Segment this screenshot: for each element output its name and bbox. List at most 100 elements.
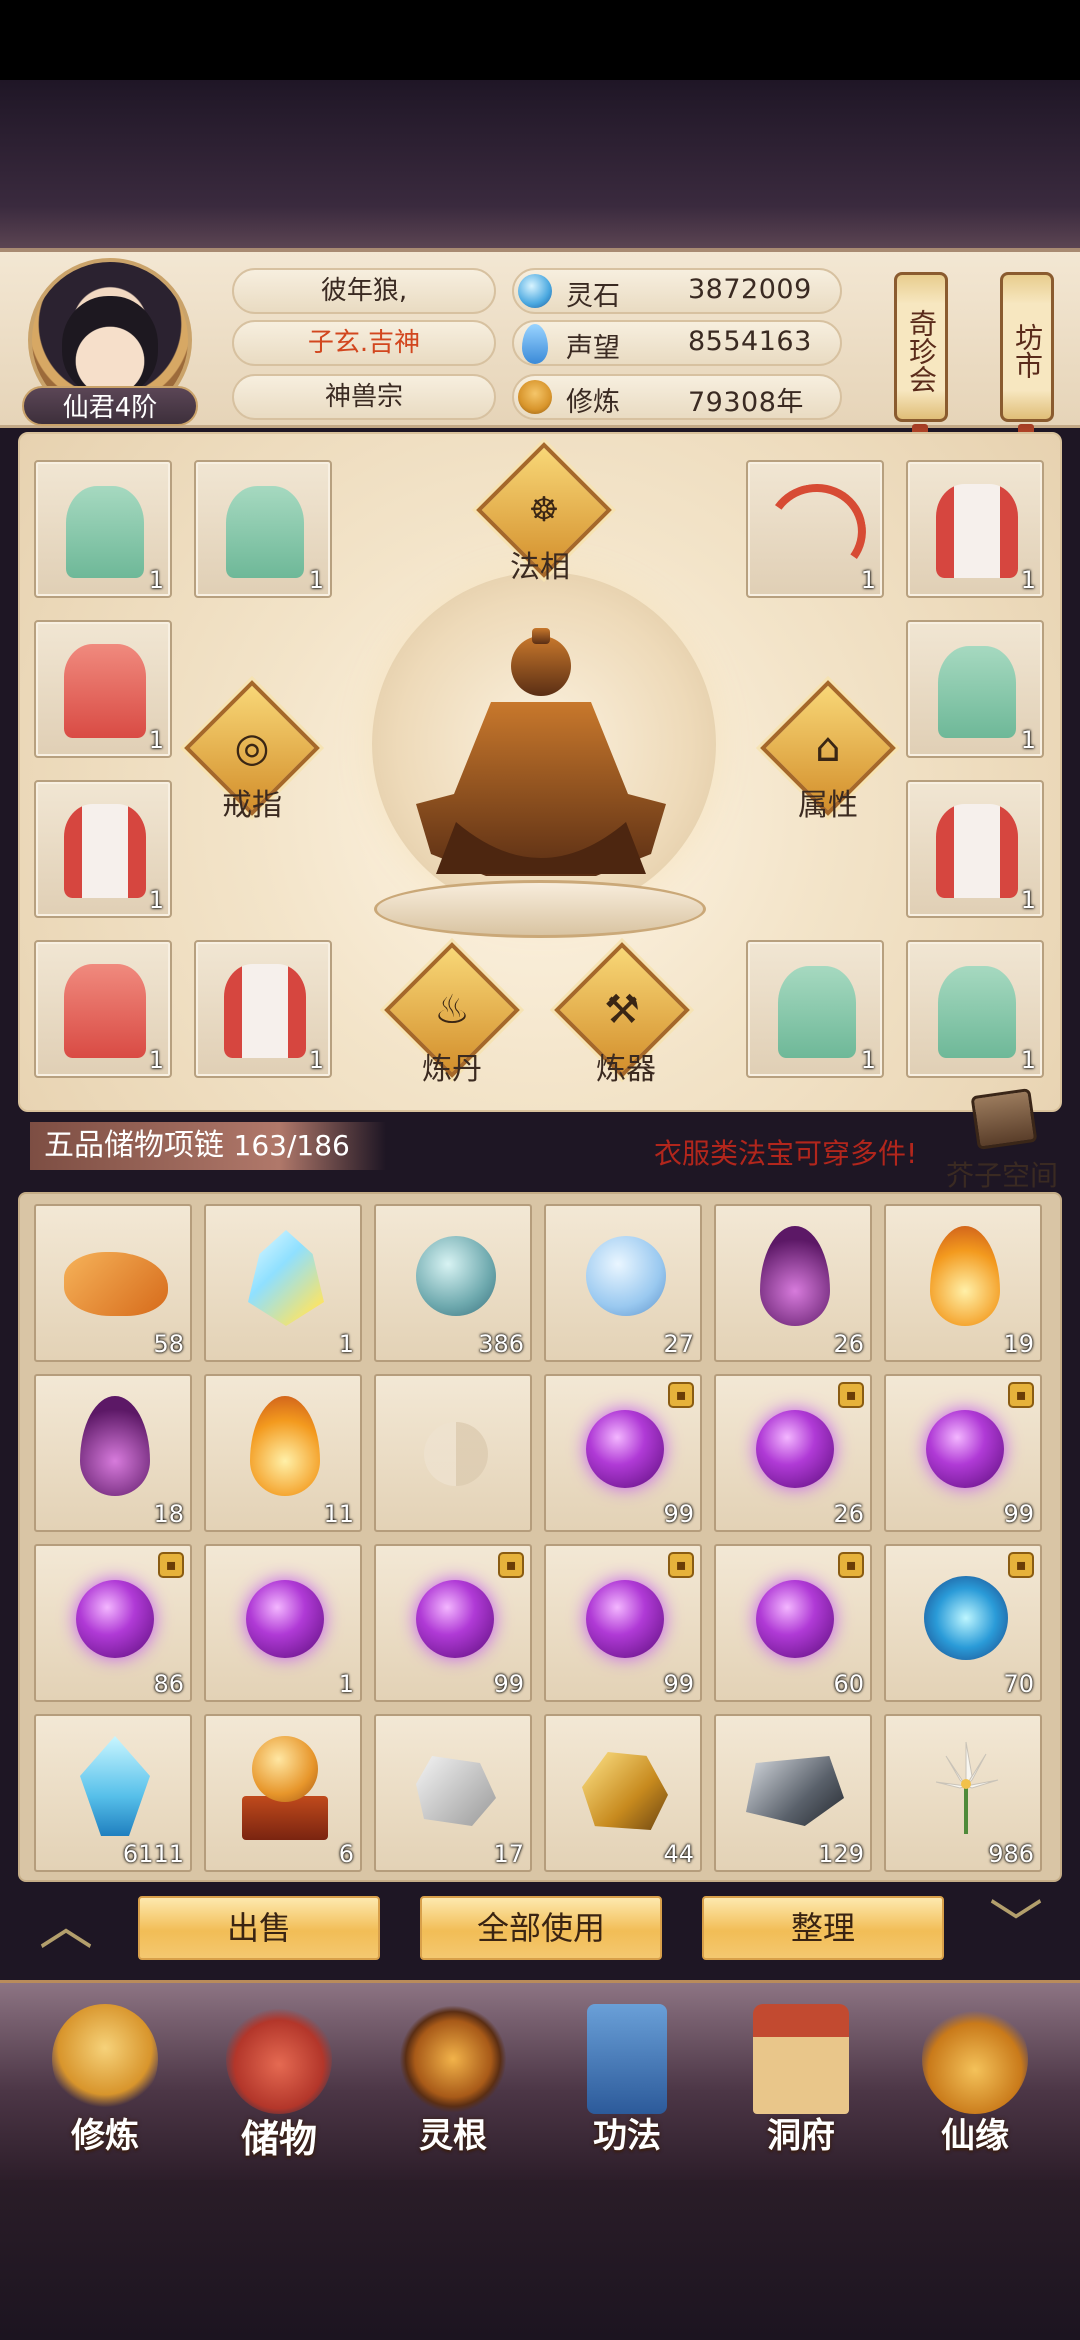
equip-slot[interactable]: 1 bbox=[906, 940, 1044, 1078]
nav-storage[interactable]: 储物 bbox=[204, 2000, 354, 2180]
equip-slot[interactable]: 1 bbox=[34, 460, 172, 598]
inventory-cell[interactable]: 386 bbox=[374, 1204, 532, 1362]
avatar-face bbox=[62, 296, 158, 396]
inventory-cell[interactable]: 986 bbox=[884, 1714, 1042, 1872]
sort-button[interactable]: 整理 bbox=[702, 1896, 944, 1960]
inventory-cell[interactable]: 11 bbox=[204, 1374, 362, 1532]
inventory-cell[interactable]: 58 bbox=[34, 1204, 192, 1362]
inventory-cell[interactable]: ▪ 99 bbox=[884, 1374, 1042, 1532]
gold-orb-icon bbox=[252, 1736, 318, 1802]
technique-book-icon bbox=[587, 2004, 667, 2114]
equip-slot[interactable]: 1 bbox=[906, 620, 1044, 758]
inventory-cell[interactable]: 27 bbox=[544, 1204, 702, 1362]
red-robe-icon bbox=[64, 964, 146, 1058]
inventory-cell-empty[interactable] bbox=[374, 1374, 532, 1532]
purple-orb-icon bbox=[586, 1410, 664, 1488]
equip-slot[interactable]: 1 bbox=[34, 780, 172, 918]
lock-icon: ▪ bbox=[158, 1552, 184, 1578]
inventory-cell[interactable]: 17 bbox=[374, 1714, 532, 1872]
item-count: 1 bbox=[860, 566, 876, 594]
item-count: 60 bbox=[833, 1670, 864, 1698]
inventory-cell[interactable]: ▪ 60 bbox=[714, 1544, 872, 1702]
resource-value: 8554163 bbox=[688, 326, 812, 357]
item-count: 1 bbox=[148, 566, 164, 594]
nav-technique[interactable]: 功法 bbox=[552, 2000, 702, 2180]
white-red-robe-icon bbox=[936, 804, 1018, 898]
equip-slot[interactable]: 1 bbox=[194, 460, 332, 598]
rare-treasure-button[interactable]: 奇珍会 bbox=[894, 272, 948, 422]
inventory-cell[interactable]: 19 bbox=[884, 1204, 1042, 1362]
inventory-cell[interactable]: ▪ 99 bbox=[544, 1374, 702, 1532]
inventory-cell[interactable]: 6 bbox=[204, 1714, 362, 1872]
purple-orb-icon bbox=[76, 1580, 154, 1658]
equip-slot[interactable]: 1 bbox=[746, 460, 884, 598]
player-name: 彼年狼, bbox=[232, 268, 496, 314]
item-count: 58 bbox=[153, 1330, 184, 1358]
inventory-cell[interactable]: ▪ 26 bbox=[714, 1374, 872, 1532]
item-count: 26 bbox=[833, 1500, 864, 1528]
inventory-cell[interactable]: 129 bbox=[714, 1714, 872, 1872]
inventory-cell[interactable]: ▪ 99 bbox=[374, 1544, 532, 1702]
resource-value: 3872009 bbox=[688, 274, 812, 305]
market-button[interactable]: 坊市 bbox=[1000, 272, 1054, 422]
purple-orb-icon bbox=[586, 1580, 664, 1658]
equip-slot[interactable]: 1 bbox=[906, 780, 1044, 918]
inventory-cell[interactable]: 6111 bbox=[34, 1714, 192, 1872]
inventory-cell[interactable]: 26 bbox=[714, 1204, 872, 1362]
item-count: 44 bbox=[663, 1840, 694, 1868]
attribute-label: 属性 bbox=[798, 788, 858, 823]
use-all-button[interactable]: 全部使用 bbox=[420, 1896, 662, 1960]
inventory-cell[interactable]: ▪ 70 bbox=[884, 1544, 1042, 1702]
spirit-stone-icon bbox=[518, 274, 552, 308]
inventory-cell[interactable]: 18 bbox=[34, 1374, 192, 1532]
faxiang-label: 法相 bbox=[510, 550, 570, 585]
item-count: 99 bbox=[663, 1500, 694, 1528]
item-count: 70 bbox=[1003, 1670, 1034, 1698]
inventory-cell[interactable]: 44 bbox=[544, 1714, 702, 1872]
item-count: 18 bbox=[153, 1500, 184, 1528]
item-count: 11 bbox=[323, 1500, 354, 1528]
inventory-cell[interactable]: ▪ 99 bbox=[544, 1544, 702, 1702]
nav-label: 功法 bbox=[593, 2116, 661, 2156]
item-count: 27 bbox=[663, 1330, 694, 1358]
alchemy-label: 炼丹 bbox=[422, 1052, 482, 1087]
player-title[interactable]: 子玄.吉神 bbox=[232, 320, 496, 366]
item-count: 19 bbox=[1003, 1330, 1034, 1358]
nav-label: 储物 bbox=[240, 2117, 317, 2161]
resource-value: 79308年 bbox=[688, 387, 804, 418]
nav-cultivation[interactable]: 修炼 bbox=[30, 2000, 180, 2180]
scroll-down-arrow-icon[interactable]: ﹀ bbox=[976, 1896, 1056, 1956]
mustard-space-button[interactable]: 芥子空间 bbox=[946, 1086, 1058, 1192]
nav-label: 修炼 bbox=[71, 2116, 139, 2156]
scroll-up-arrow-icon[interactable]: ︿ bbox=[26, 1896, 106, 1956]
green-robe-icon bbox=[778, 966, 856, 1058]
item-count: 86 bbox=[153, 1670, 184, 1698]
inventory-cell[interactable]: 1 bbox=[204, 1204, 362, 1362]
nav-cave-dwelling[interactable]: 洞府 bbox=[726, 2000, 876, 2180]
reputation-icon bbox=[522, 324, 548, 364]
sell-button[interactable]: 出售 bbox=[138, 1896, 380, 1960]
item-count: 1 bbox=[148, 886, 164, 914]
equip-slot[interactable]: 1 bbox=[746, 940, 884, 1078]
item-count: 129 bbox=[818, 1840, 864, 1868]
white-red-robe-icon bbox=[64, 804, 146, 898]
gray-rock-icon bbox=[416, 1756, 496, 1826]
storage-bag-icon bbox=[226, 2004, 332, 2114]
white-red-robe-icon bbox=[224, 964, 306, 1058]
equip-slot[interactable]: 1 bbox=[34, 940, 172, 1078]
nav-spirit-root[interactable]: 灵根 bbox=[378, 2000, 528, 2180]
resource-label: 声望 bbox=[566, 333, 620, 364]
item-count: 1 bbox=[1020, 566, 1036, 594]
equip-slot[interactable]: 1 bbox=[906, 460, 1044, 598]
nav-label: 灵根 bbox=[419, 2116, 487, 2156]
stand-icon bbox=[242, 1796, 328, 1840]
nav-immortal-fate[interactable]: 仙缘 bbox=[900, 2000, 1050, 2180]
inventory-cell[interactable]: 1 bbox=[204, 1544, 362, 1702]
inventory-cell[interactable]: ▪ 86 bbox=[34, 1544, 192, 1702]
meditating-character-silhouette bbox=[416, 628, 666, 876]
equip-slot[interactable]: 1 bbox=[194, 940, 332, 1078]
equip-slot[interactable]: 1 bbox=[34, 620, 172, 758]
item-count: 986 bbox=[988, 1840, 1034, 1868]
nav-label: 仙缘 bbox=[941, 2116, 1009, 2156]
resource-label: 灵石 bbox=[566, 281, 620, 312]
